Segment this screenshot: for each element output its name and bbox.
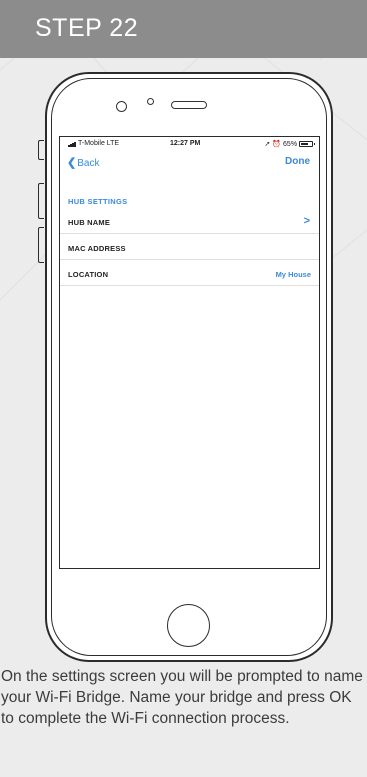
row-chevron-icon: > [303, 215, 310, 227]
step-header: STEP 22 [0, 0, 367, 58]
navigation-bar: ❮Back Done [60, 153, 319, 169]
phone-mute-switch [38, 140, 44, 160]
mac-address-row: MAC ADDRESS [60, 238, 319, 260]
hub-name-row[interactable]: HUB NAME > [60, 212, 319, 234]
back-label: Back [77, 158, 100, 169]
section-title: HUB SETTINGS [68, 197, 128, 206]
row-label: HUB NAME [68, 218, 111, 227]
step-title: STEP 22 [35, 14, 139, 42]
phone-sensor-icon [147, 98, 154, 105]
back-chevron-icon: ❮ [67, 157, 77, 169]
row-label: MAC ADDRESS [68, 244, 126, 253]
phone-volume-down [38, 227, 44, 263]
back-button[interactable]: ❮Back [67, 156, 99, 169]
done-button[interactable]: Done [285, 156, 310, 167]
phone-volume-up [38, 183, 44, 219]
carrier-info: T-Mobile LTE [68, 140, 119, 147]
home-button[interactable] [167, 604, 210, 647]
phone-screen: T-Mobile LTE 12:27 PM ➚ ⏰ 65% ❮Back Done… [59, 136, 320, 569]
row-value: My House [275, 270, 311, 279]
status-bar: T-Mobile LTE 12:27 PM ➚ ⏰ 65% [60, 140, 319, 152]
row-label: LOCATION [68, 270, 109, 279]
speaker-grille [171, 101, 207, 109]
signal-icon [68, 140, 76, 147]
battery-percent: 65% [283, 141, 298, 148]
location-row[interactable]: LOCATION My House [60, 264, 319, 286]
battery-icon [299, 141, 315, 148]
status-time: 12:27 PM [170, 140, 201, 147]
carrier-label: T-Mobile LTE [78, 140, 120, 147]
front-camera-icon [116, 101, 127, 112]
instruction-text: On the settings screen you will be promp… [1, 668, 363, 727]
status-right: ➚ ⏰ 65% [264, 140, 315, 148]
location-arrow-icon: ➚ [264, 141, 271, 148]
alarm-icon: ⏰ [272, 141, 282, 148]
